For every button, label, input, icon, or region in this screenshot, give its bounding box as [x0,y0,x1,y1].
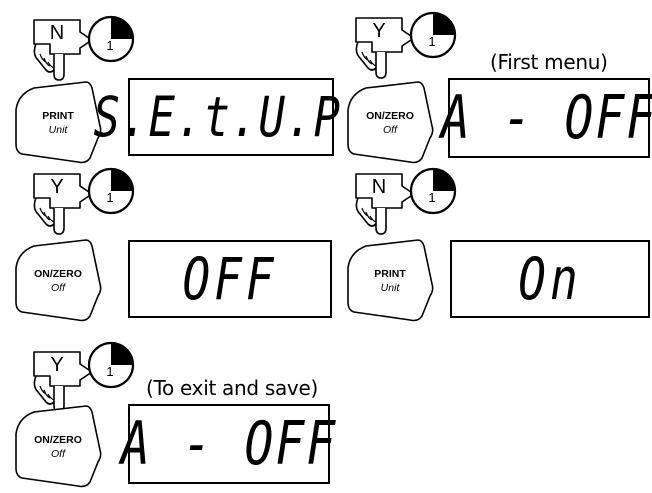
key-label: PRINT [374,268,406,280]
key-sublabel: Off [50,448,65,460]
hand-letter: Y [50,176,64,198]
lcd-display: S.E.t.U.P. [94,78,367,156]
timer-number: 1 [106,38,114,53]
hand-letter: Y [372,20,386,42]
hand-letter: N [371,176,387,198]
key-sublabel: Unit [48,124,68,136]
lcd-display: OFF [128,240,332,318]
print-unit-key: PRINT Unit [14,80,102,164]
display-text: A - OFF [120,409,338,479]
key-label: PRINT [42,110,74,122]
timer-icon: 1 [86,14,136,64]
timer-icon: 1 [408,10,458,60]
timer-icon: 1 [86,166,136,216]
timer-number: 1 [428,34,436,49]
display-text: S.E.t.U.P. [93,85,369,149]
display-text: OFF [182,245,278,313]
timer-icon: 1 [86,340,136,390]
lcd-display: A - OFF [121,404,335,484]
key-sublabel: Off [50,282,65,294]
timer-icon: 1 [408,166,458,216]
key-label: ON/ZERO [366,110,414,122]
key-sublabel: Off [382,124,397,136]
timer-number: 1 [106,364,114,379]
key-sublabel: Unit [380,282,400,294]
timer-number: 1 [106,190,114,205]
print-unit-key: PRINT Unit [346,238,434,322]
on-zero-off-key: ON/ZERO Off [346,80,434,164]
key-label: ON/ZERO [34,434,82,446]
lcd-display: On [450,240,650,318]
hand-letter: N [49,22,65,44]
display-text: A - OFF [440,83,652,153]
key-label: ON/ZERO [34,268,82,280]
on-zero-off-key: ON/ZERO Off [14,404,102,488]
hand-letter: Y [50,354,64,376]
on-zero-off-key: ON/ZERO Off [14,238,102,322]
timer-number: 1 [428,190,436,205]
lcd-display: A - OFF [441,78,652,158]
display-text: On [518,245,582,313]
